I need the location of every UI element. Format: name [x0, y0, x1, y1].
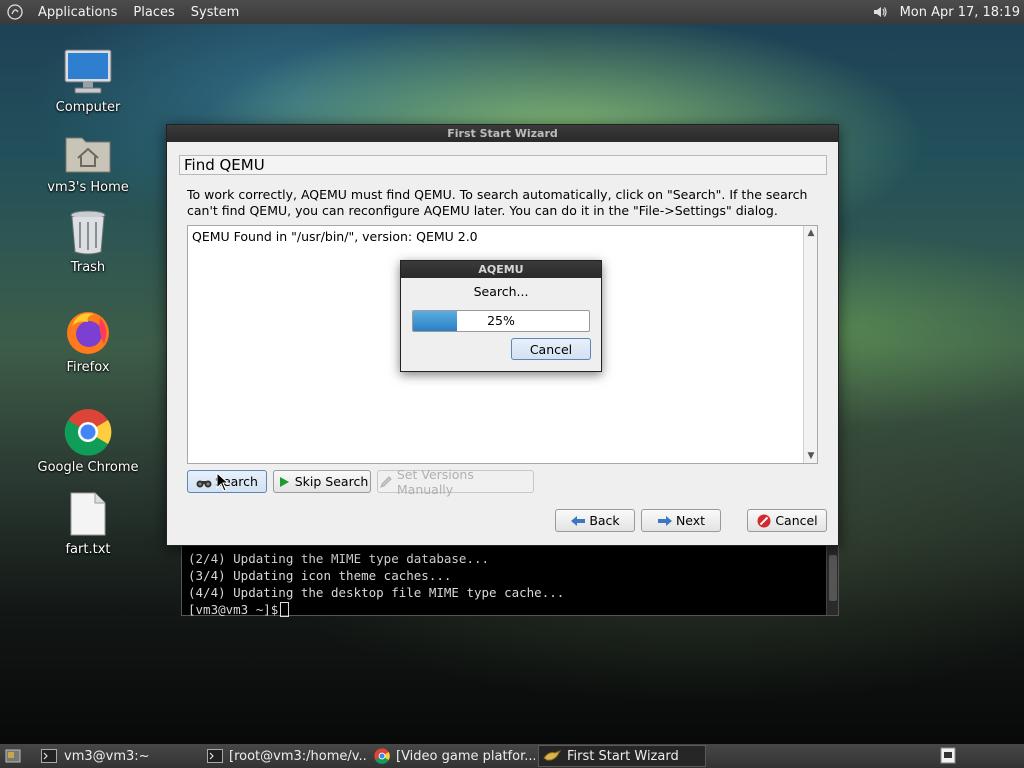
- desktop-icon-label: Firefox: [66, 360, 110, 375]
- set-versions-label: Set Versions Manually: [396, 466, 474, 497]
- cancel-button-label: Cancel: [775, 513, 818, 528]
- arrow-left-icon: [570, 513, 586, 529]
- desktop-icon-computer[interactable]: Computer: [33, 46, 143, 115]
- firefox-icon: [62, 306, 114, 358]
- chrome-icon: [62, 406, 114, 458]
- places-menu[interactable]: Places: [125, 5, 182, 20]
- binoculars-icon: [196, 474, 212, 490]
- show-desktop-icon[interactable]: [4, 748, 22, 764]
- desktop-icon-home[interactable]: vm3's Home: [33, 126, 143, 195]
- text-file-icon: [62, 488, 114, 540]
- volume-icon[interactable]: [870, 2, 890, 22]
- arrow-right-icon: [657, 513, 673, 529]
- taskbar-item-first-start-wizard[interactable]: First Start Wizard: [538, 745, 706, 767]
- terminal-icon: [40, 748, 58, 764]
- aqemu-progress-dialog: AQEMU Search... 25% Cancel: [400, 260, 602, 372]
- terminal-cursor: [280, 602, 290, 617]
- desktop-icon-label: Computer: [55, 100, 121, 115]
- terminal-window[interactable]: (2/4) Updating the MIME type database...…: [181, 540, 839, 618]
- desktop-icon-label: Trash: [70, 260, 106, 275]
- terminal-line: (2/4) Updating the MIME type database...: [188, 551, 490, 566]
- terminal-icon: [207, 748, 223, 764]
- scroll-down-icon[interactable]: ▼: [804, 449, 818, 463]
- top-panel: Applications Places System Mon Apr 17, 1…: [0, 0, 1024, 24]
- scrollbar-thumb[interactable]: [829, 555, 837, 601]
- desktop-icon-label: vm3's Home: [47, 180, 129, 195]
- cancel-icon: [756, 513, 772, 529]
- log-text: QEMU Found in "/usr/bin/", version: QEMU…: [192, 229, 478, 244]
- log-scrollbar[interactable]: ▲ ▼: [803, 226, 817, 463]
- desktop-icon-chrome[interactable]: Google Chrome: [33, 406, 143, 475]
- back-button[interactable]: Back: [555, 509, 635, 532]
- page-title: Find QEMU: [179, 155, 827, 175]
- dialog-title[interactable]: AQEMU: [401, 261, 601, 278]
- desktop-icon-label: fart.txt: [65, 542, 111, 557]
- skip-search-label: Skip Search: [294, 474, 369, 489]
- dialog-cancel-button[interactable]: Cancel: [511, 338, 591, 360]
- mouse-pointer-icon: [216, 471, 230, 496]
- terminal-line: (4/4) Updating the desktop file MIME typ…: [188, 585, 565, 600]
- cancel-button[interactable]: Cancel: [747, 509, 827, 532]
- taskbar-item-label: [root@vm3:/home/v...: [229, 748, 368, 764]
- wizard-description: To work correctly, AQEMU must find QEMU.…: [187, 187, 808, 218]
- search-progress-bar: 25%: [412, 310, 590, 332]
- progress-label: 25%: [487, 313, 515, 328]
- bottom-taskbar: vm3@vm3:~ [root@vm3:/home/v... [Video ga…: [0, 744, 1024, 768]
- taskbar-item-terminal-vm3[interactable]: vm3@vm3:~: [36, 745, 196, 767]
- taskbar-item-label: [Video game platfor...: [396, 748, 535, 764]
- play-icon: [276, 474, 292, 490]
- trash-icon: [62, 206, 114, 258]
- set-versions-manually-button[interactable]: Set Versions Manually: [377, 467, 534, 497]
- chrome-icon: [374, 748, 390, 764]
- next-button[interactable]: Next: [641, 509, 721, 532]
- desktop-icon-trash[interactable]: Trash: [33, 206, 143, 275]
- next-button-label: Next: [675, 513, 706, 528]
- scroll-up-icon[interactable]: ▲: [804, 226, 818, 240]
- taskbar-item-label: First Start Wizard: [567, 748, 679, 764]
- taskbar-item-terminal-root[interactable]: [root@vm3:/home/v...: [203, 745, 368, 767]
- taskbar-item-chrome[interactable]: [Video game platfor...: [370, 745, 535, 767]
- back-button-label: Back: [589, 513, 620, 528]
- terminal-output: (2/4) Updating the MIME type database...…: [188, 544, 564, 618]
- terminal-prompt: [vm3@vm3 ~]$: [188, 602, 279, 617]
- aqemu-icon: [543, 748, 561, 764]
- pencil-icon: [378, 474, 394, 490]
- progress-message: Search...: [473, 284, 529, 299]
- home-folder-icon: [62, 126, 114, 178]
- terminal-scrollbar[interactable]: [826, 541, 838, 615]
- skip-search-button[interactable]: Skip Search: [273, 470, 371, 493]
- taskbar-item-label: vm3@vm3:~: [64, 748, 150, 764]
- computer-icon: [62, 46, 114, 98]
- clock[interactable]: Mon Apr 17, 18:19: [900, 5, 1020, 20]
- desktop-icon-label: Google Chrome: [37, 460, 139, 475]
- system-menu[interactable]: System: [183, 5, 247, 20]
- applications-menu[interactable]: Applications: [30, 5, 125, 20]
- terminal-line: (3/4) Updating icon theme caches...: [188, 568, 452, 583]
- window-title[interactable]: First Start Wizard: [167, 125, 838, 142]
- gnome-foot-icon[interactable]: [6, 3, 24, 21]
- desktop-icon-firefox[interactable]: Firefox: [33, 306, 143, 375]
- desktop-icon-fart-txt[interactable]: fart.txt: [33, 488, 143, 557]
- workspace-switcher-icon[interactable]: [940, 747, 956, 764]
